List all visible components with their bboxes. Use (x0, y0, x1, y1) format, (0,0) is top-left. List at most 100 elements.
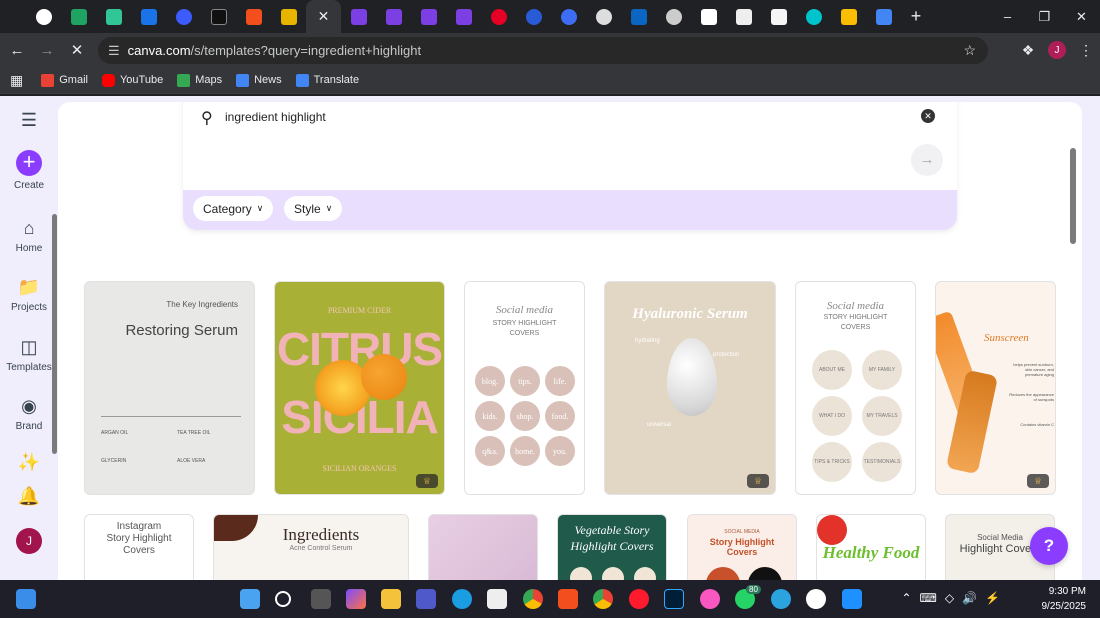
tab[interactable] (726, 0, 761, 33)
template-card[interactable]: Social media STORY HIGHLIGHT COVERS blog… (464, 281, 585, 495)
tab[interactable] (621, 0, 656, 33)
cover-circle (706, 567, 740, 580)
template-card[interactable]: Vegetable Story Highlight Covers (557, 514, 667, 580)
rail-projects[interactable]: 📁 Projects (0, 277, 58, 313)
url-text[interactable]: canva.com/s/templates?query=ingredient+h… (128, 43, 421, 58)
profile-avatar[interactable]: J (1048, 41, 1066, 59)
tab[interactable] (586, 0, 621, 33)
forward-icon[interactable]: → (32, 42, 62, 59)
style-filter[interactable]: Style ∨ (284, 196, 343, 221)
template-card[interactable]: SOCIAL MEDIA Story Highlight Covers (687, 514, 797, 580)
tab[interactable] (341, 0, 376, 33)
stop-loading-icon[interactable]: ✕ (62, 41, 92, 59)
photoshop-icon[interactable] (664, 589, 684, 609)
widgets-icon[interactable] (16, 589, 36, 609)
search-submit-button[interactable]: → (911, 144, 943, 176)
itunes-icon[interactable] (700, 589, 720, 609)
rail-brand[interactable]: ◉ Brand (0, 396, 58, 432)
tab[interactable] (201, 0, 236, 33)
tab[interactable] (446, 0, 481, 33)
tab[interactable] (761, 0, 796, 33)
clear-search-icon[interactable]: ✕ (921, 109, 935, 123)
app-icon (280, 8, 297, 25)
rail-scrollbar[interactable] (52, 214, 57, 454)
app-icon[interactable] (842, 589, 862, 609)
tab[interactable] (166, 0, 201, 33)
rail-templates[interactable]: ◫ Templates (0, 337, 58, 373)
tab[interactable] (411, 0, 446, 33)
opera-icon[interactable] (629, 589, 649, 609)
back-icon[interactable]: ← (2, 42, 32, 59)
search-icon[interactable] (275, 591, 291, 607)
template-card[interactable]: Healthy Food (816, 514, 926, 580)
clock[interactable]: 9:30 PM 9/25/2025 (1042, 584, 1087, 614)
system-tray-icons[interactable]: ⌃⌨◇🔊⚡ (902, 591, 1009, 605)
template-card[interactable]: PREMIUM CIDER CITRUS SICILIA SICILIAN OR… (274, 281, 445, 495)
template-card[interactable]: Hyaluronic Serum hydrating protection un… (604, 281, 776, 495)
menu-icon[interactable]: ⋮ (1072, 42, 1100, 59)
bookmark-youtube[interactable]: YouTube (101, 73, 163, 87)
youtube-icon (101, 73, 115, 87)
github-icon[interactable] (806, 589, 826, 609)
menu-toggle[interactable]: ☰ (0, 110, 58, 135)
rail-magic[interactable]: ✨ (0, 452, 58, 477)
rail-notifications[interactable]: 🔔 (0, 486, 58, 511)
help-button[interactable]: ? (1030, 527, 1068, 565)
bookmark-maps[interactable]: Maps (177, 73, 222, 87)
tab[interactable] (691, 0, 726, 33)
teams-icon[interactable] (416, 589, 436, 609)
page-scrollbar[interactable] (1070, 148, 1076, 244)
close-tab-icon[interactable]: ✕ (318, 8, 330, 25)
search-input[interactable]: ingredient highlight (225, 110, 326, 124)
chrome-icon[interactable] (593, 589, 613, 609)
minimize-icon[interactable]: – (989, 0, 1026, 33)
tab[interactable] (831, 0, 866, 33)
task-view-icon[interactable] (311, 589, 331, 609)
tab[interactable] (26, 0, 61, 33)
tab[interactable] (61, 0, 96, 33)
new-tab-button[interactable]: + (901, 6, 931, 27)
tab[interactable] (96, 0, 131, 33)
restore-icon[interactable]: ❐ (1026, 0, 1063, 33)
tab[interactable] (796, 0, 831, 33)
telegram-icon[interactable] (771, 589, 791, 609)
template-card[interactable] (428, 514, 538, 580)
store-icon[interactable] (487, 589, 507, 609)
tab[interactable] (131, 0, 166, 33)
copilot-icon[interactable] (346, 589, 366, 609)
template-card[interactable]: Instagram Story Highlight Covers (84, 514, 194, 580)
bookmark-star-icon[interactable]: ☆ (963, 42, 976, 59)
tab[interactable] (481, 0, 516, 33)
bookmark-news[interactable]: News (236, 73, 282, 87)
bookmark-gmail[interactable]: Gmail (41, 73, 88, 87)
tab[interactable] (516, 0, 551, 33)
news-icon (236, 73, 250, 87)
apps-icon[interactable]: ▦ (10, 72, 23, 89)
site-info-icon[interactable]: ☰ (108, 43, 120, 59)
rail-create[interactable]: + Create (0, 150, 58, 192)
edge-icon[interactable] (452, 589, 472, 609)
chrome-icon[interactable] (523, 589, 543, 609)
template-card[interactable]: The Key Ingredients Restoring Serum ARGA… (84, 281, 255, 495)
tab[interactable] (866, 0, 901, 33)
close-window-icon[interactable]: ✕ (1063, 0, 1100, 33)
file-explorer-icon[interactable] (381, 589, 401, 609)
template-card[interactable]: Sunscreen helps prevent sunburn, skin ca… (935, 281, 1056, 495)
search-box[interactable]: ⚲ ingredient highlight ✕ → (183, 102, 957, 190)
tab[interactable] (236, 0, 271, 33)
start-icon[interactable] (240, 589, 260, 609)
category-filter[interactable]: Category ∨ (193, 196, 274, 221)
tab-active[interactable]: ✕ (306, 0, 341, 33)
address-bar[interactable]: ☰ canva.com/s/templates?query=ingredient… (98, 37, 988, 64)
bookmark-translate[interactable]: Translate (295, 73, 359, 87)
tab[interactable] (656, 0, 691, 33)
rail-home[interactable]: ⌂ Home (0, 218, 58, 254)
template-card[interactable]: Social media STORY HIGHLIGHT COVERS ABOU… (795, 281, 916, 495)
template-card[interactable]: Ingredients Acne Control Serum (213, 514, 409, 580)
user-avatar[interactable]: J (16, 528, 42, 554)
extensions-icon[interactable]: ❖ (1014, 42, 1042, 59)
figma-icon[interactable] (558, 589, 578, 609)
tab[interactable] (551, 0, 586, 33)
tab[interactable] (271, 0, 306, 33)
tab[interactable] (376, 0, 411, 33)
